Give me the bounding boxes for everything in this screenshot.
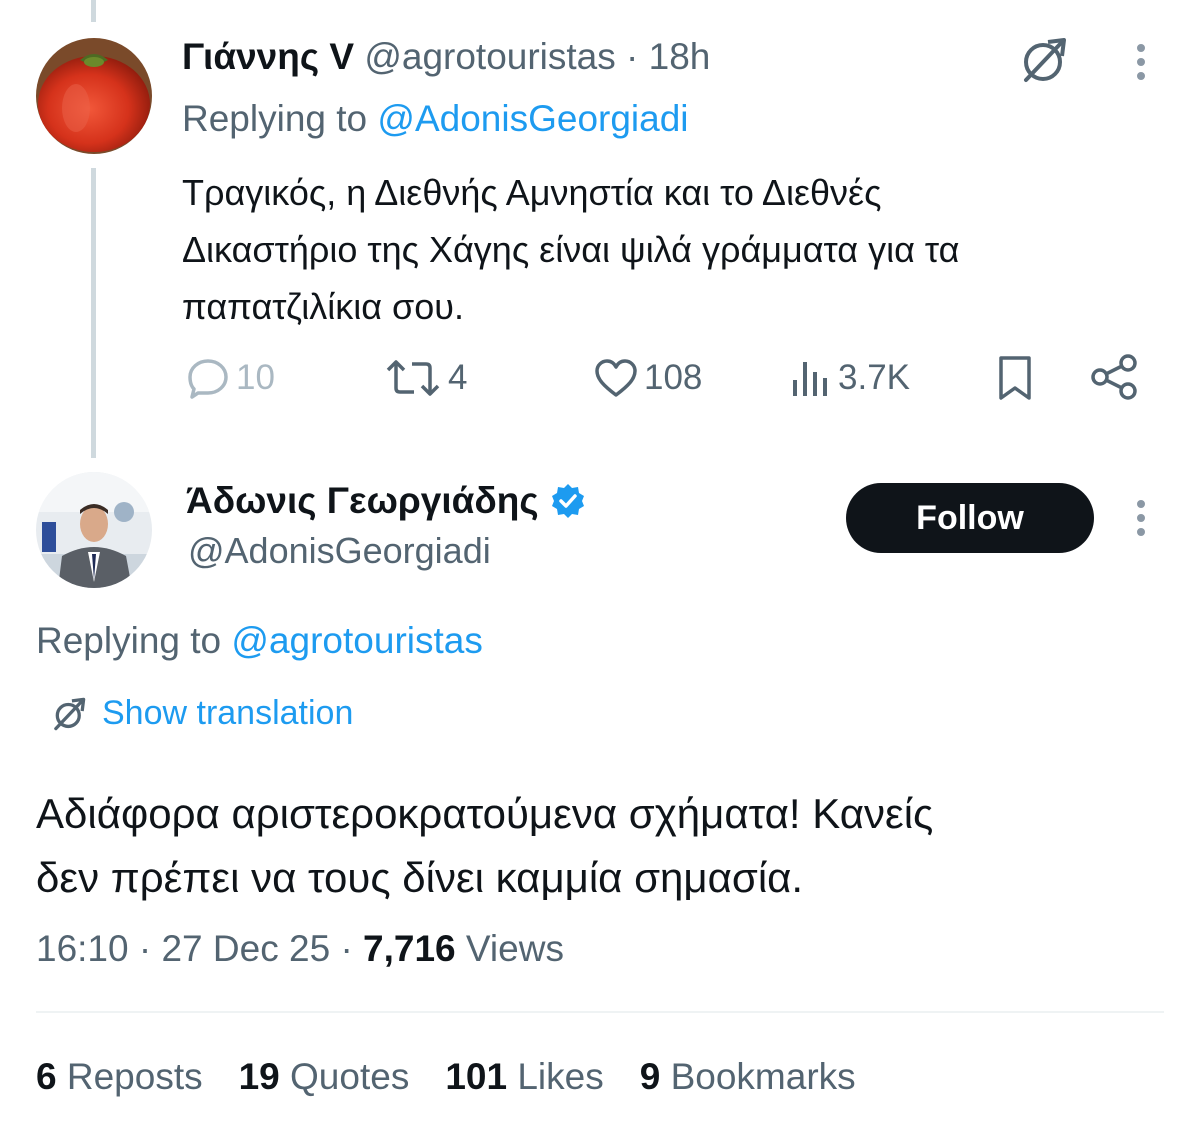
bookmark-icon[interactable] xyxy=(996,354,1034,402)
show-translation-label[interactable]: Show translation xyxy=(102,694,353,733)
likes-stat[interactable]: 101 Likes xyxy=(445,1056,603,1098)
repost-count: 4 xyxy=(448,358,468,397)
repost-button[interactable]: 4 xyxy=(384,356,467,400)
reply-time[interactable]: · 18h xyxy=(626,36,710,77)
reply-author-handle[interactable]: @agrotouristas xyxy=(364,36,615,77)
share-icon[interactable] xyxy=(1090,354,1138,400)
replying-to-label: Replying to xyxy=(36,620,222,661)
separator: · xyxy=(340,928,353,969)
thread-line xyxy=(91,0,96,22)
replying-to-handle[interactable]: @agrotouristas xyxy=(231,620,482,661)
divider xyxy=(36,1011,1164,1013)
like-button[interactable]: 108 xyxy=(594,356,702,400)
avatar[interactable] xyxy=(36,472,152,588)
views-icon xyxy=(793,362,827,396)
text-line: δεν πρέπει να τους δίνει καμμία σημασία. xyxy=(36,854,804,901)
reply-count: 10 xyxy=(236,358,275,397)
tweet-views-label: Views xyxy=(465,928,564,969)
tweet-views-count: 7,716 xyxy=(363,928,456,969)
like-icon xyxy=(595,359,637,397)
reply-author-name[interactable]: Γιάννης V xyxy=(182,36,354,77)
separator: · xyxy=(138,928,152,969)
tweet-date[interactable]: 27 Dec 25 xyxy=(161,928,330,969)
reply-tweet-text: Τραγικός, η Διεθνής Αμνηστία και το Διεθ… xyxy=(182,164,959,335)
tweet-time[interactable]: 16:10 xyxy=(36,928,129,969)
reply-icon xyxy=(188,359,228,399)
repost-icon xyxy=(386,360,440,396)
reply-button[interactable]: 10 xyxy=(186,356,275,400)
like-count: 108 xyxy=(644,358,703,397)
bookmarks-stat[interactable]: 9 Bookmarks xyxy=(640,1056,856,1098)
verified-badge-icon xyxy=(549,482,587,520)
more-icon[interactable] xyxy=(1134,42,1148,82)
main-tweet-text: Αδιάφορα αριστεροκρατούμενα σχήματα! Καν… xyxy=(36,782,933,910)
text-line: Αδιάφορα αριστεροκρατούμενα σχήματα! Καν… xyxy=(36,790,934,837)
follow-button[interactable]: Follow xyxy=(846,483,1094,553)
quotes-stat[interactable]: 19 Quotes xyxy=(239,1056,410,1098)
text-line: παπατζιλίκια σου. xyxy=(182,286,464,327)
views-count: 3.7K xyxy=(838,358,910,397)
author-handle[interactable]: @AdonisGeorgiadi xyxy=(188,530,491,572)
more-icon[interactable] xyxy=(1134,498,1148,538)
translate-icon xyxy=(54,697,86,730)
text-line: Δικαστήριο της Χάγης είναι ψιλά γράμματα… xyxy=(182,229,960,270)
replying-to-handle[interactable]: @AdonisGeorgiadi xyxy=(377,98,688,139)
show-translation-link[interactable]: Show translation xyxy=(50,694,353,733)
avatar[interactable] xyxy=(36,38,152,154)
reposts-stat[interactable]: 6 Reposts xyxy=(36,1056,203,1098)
engagement-stats: 6 Reposts 19 Quotes 101 Likes 9 Bookmark… xyxy=(36,1056,856,1098)
text-line: Τραγικός, η Διεθνής Αμνηστία και το Διεθ… xyxy=(182,172,882,213)
views-button[interactable]: 3.7K xyxy=(790,356,910,400)
thread-line xyxy=(91,168,96,458)
translate-icon[interactable] xyxy=(1018,36,1070,84)
replying-to-label: Replying to xyxy=(182,98,368,139)
author-name[interactable]: Άδωνις Γεωργιάδης xyxy=(186,480,539,522)
